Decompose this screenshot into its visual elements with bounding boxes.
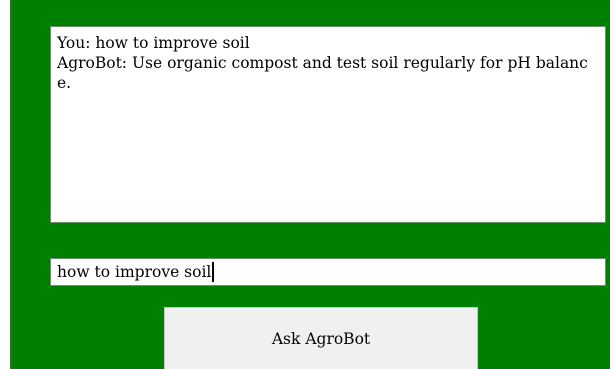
ask-agrobot-button-label: Ask AgroBot xyxy=(271,329,371,348)
chat-log[interactable]: You: how to improve soil AgroBot: Use or… xyxy=(50,26,606,223)
message-input-value: how to improve soil xyxy=(57,263,212,281)
text-caret xyxy=(212,262,215,282)
app-window: You: how to improve soil AgroBot: Use or… xyxy=(10,0,610,369)
message-input[interactable]: how to improve soil xyxy=(50,258,606,286)
chat-line-user: You: how to improve soil xyxy=(57,34,250,52)
chat-line-bot: AgroBot: Use organic compost and test so… xyxy=(57,54,588,92)
ask-agrobot-button[interactable]: Ask AgroBot xyxy=(164,307,478,369)
